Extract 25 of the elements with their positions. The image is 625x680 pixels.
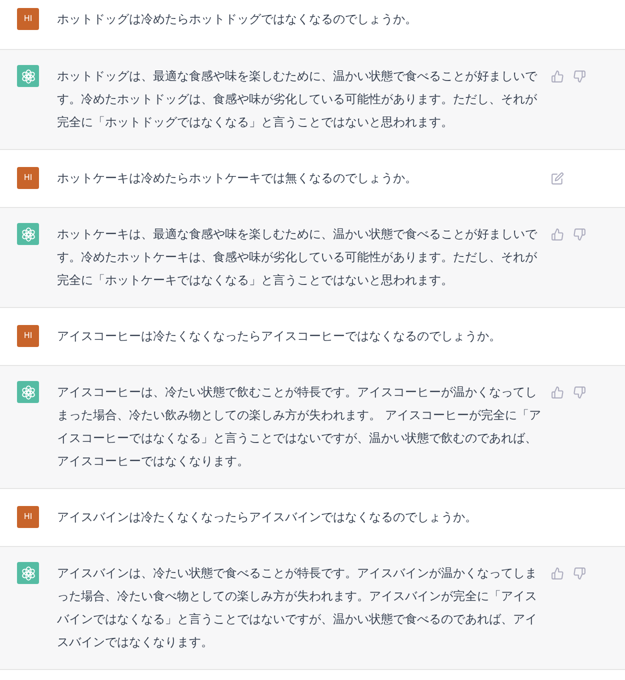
thumbs-down-icon[interactable] (573, 567, 586, 580)
message-text: アイスバインは、冷たい状態で食べることが特長です。アイスバインが温かくなってしまった場合、冷たい食べ物としての楽しみ方が失われます。アイスバインが完全に「アイスバインではなくなる」と言うことではないですが、温かい状態で食べるのであれば、アイスバインではなくなります。 (57, 565, 538, 651)
knot-icon (20, 384, 36, 400)
user-avatar: HI (17, 506, 39, 528)
thumbs-down-icon[interactable] (573, 70, 586, 83)
message-text: ホットケーキは冷めたらホットケーキでは無くなるのでしょうか。 (57, 170, 418, 187)
message-text: アイスコーヒーは、冷たい状態で飲むことが特長です。アイスコーヒーが温かくなってしまった場合、冷たい飲み物としての楽しみ方が失われます。 アイスコーヒーが完全に「アイスコーヒーではなくなる」と言うことではないですが、温かい状態で飲むのであれば、アイスコーヒーではなくなります。 (57, 384, 542, 470)
knot-icon (20, 68, 36, 84)
user-avatar: HI (17, 8, 39, 30)
message-text: ホットドッグは、最適な食感や味を楽しむために、温かい状態で食べることが好ましいです。冷めたホットドッグは、食感や味が劣化している可能性があります。ただし、それが完全に「ホットドッグではなくなる」と言うことではないと思われます。 (57, 68, 538, 131)
message-text: アイスバインは冷たくなくなったらアイスバインではなくなるのでしょうか。 (57, 509, 478, 526)
thumbs-down-icon[interactable] (573, 228, 586, 241)
message-text: アイスコーヒーは冷たくなくなったらアイスコーヒーではなくなるのでしょうか。 (57, 328, 502, 345)
user-avatar: HI (17, 325, 39, 347)
thumbs-up-icon[interactable] (551, 70, 564, 83)
knot-icon (20, 226, 36, 242)
thumbs-up-icon[interactable] (551, 567, 564, 580)
thumbs-down-icon[interactable] (573, 386, 586, 399)
edit-icon[interactable] (551, 172, 564, 185)
message-text: ホットケーキは、最適な食感や味を楽しむために、温かい状態で食べることが好ましいです。冷めたホットケーキは、食感や味が劣化している可能性があります。ただし、それが完全に「ホットケーキではなくなる」と言うことではないと思われます。 (57, 226, 538, 289)
knot-icon (20, 566, 36, 580)
user-avatar: HI (17, 167, 39, 189)
message-text: ホットドッグは冷めたらホットドッグではなくなるのでしょうか。 (57, 11, 418, 28)
thumbs-up-icon[interactable] (551, 228, 564, 241)
thumbs-up-icon[interactable] (551, 386, 564, 399)
